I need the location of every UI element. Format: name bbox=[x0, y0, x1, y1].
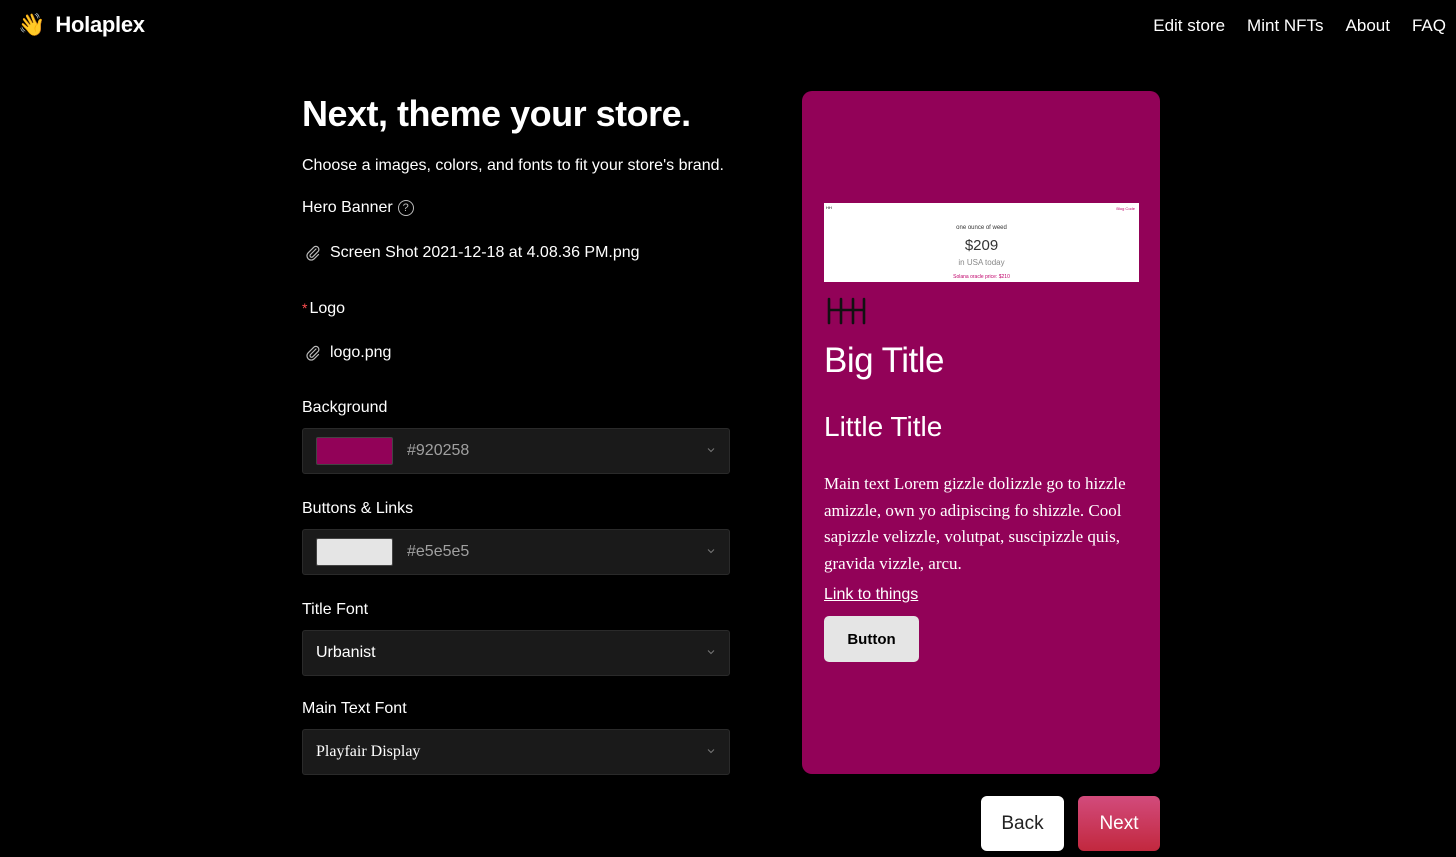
buttons-value: #e5e5e5 bbox=[407, 543, 470, 560]
waving-hand-icon: 👋 bbox=[18, 12, 46, 37]
nav-about[interactable]: About bbox=[1346, 16, 1390, 36]
preview-logo bbox=[827, 297, 866, 325]
chevron-down-icon bbox=[707, 549, 715, 554]
paperclip-icon bbox=[306, 245, 320, 261]
banner-price: $209 bbox=[964, 237, 999, 254]
banner-nav: Blog Code bbox=[1116, 206, 1135, 211]
chevron-down-icon bbox=[707, 650, 715, 655]
banner-logo: HH bbox=[826, 205, 832, 210]
banner-subcaption: in USA today bbox=[958, 258, 1005, 267]
background-value: #920258 bbox=[407, 442, 470, 459]
background-color-select[interactable]: #920258 bbox=[302, 428, 730, 474]
logo-file[interactable]: logo.png bbox=[302, 344, 391, 362]
required-mark: * bbox=[302, 300, 308, 316]
page-title: Next, theme your store. bbox=[302, 93, 691, 134]
preview-button[interactable]: Button bbox=[824, 616, 919, 662]
chevron-down-icon bbox=[707, 448, 715, 453]
main-text-font-select[interactable]: Playfair Display bbox=[302, 729, 730, 775]
nav-mint-nfts[interactable]: Mint NFTs bbox=[1247, 16, 1324, 36]
preview-main-text: Main text Lorem gizzle dolizzle go to hi… bbox=[824, 474, 1126, 573]
nav-edit-store[interactable]: Edit store bbox=[1153, 16, 1225, 36]
nav-faq[interactable]: FAQ bbox=[1412, 16, 1446, 36]
buttons-color-select[interactable]: #e5e5e5 bbox=[302, 529, 730, 575]
back-button[interactable]: Back bbox=[981, 796, 1064, 851]
main-text-font-value: Playfair Display bbox=[316, 743, 421, 760]
background-label: Background bbox=[302, 399, 388, 416]
help-icon[interactable]: ? bbox=[397, 200, 414, 216]
brand-name: Holaplex bbox=[55, 12, 145, 37]
banner-oracle-price: Solana oracle price: $210 bbox=[953, 274, 1010, 280]
preview-little-title: Little Title bbox=[824, 411, 943, 442]
main-text-font-label: Main Text Font bbox=[302, 700, 407, 717]
title-font-select[interactable]: Urbanist bbox=[302, 630, 730, 676]
chevron-down-icon bbox=[707, 749, 715, 754]
background-swatch bbox=[316, 437, 393, 465]
page-subtitle: Choose a images, colors, and fonts to fi… bbox=[302, 157, 724, 174]
preview-big-title: Big Title bbox=[824, 341, 945, 380]
hero-banner-filename: Screen Shot 2021-12-18 at 4.08.36 PM.png bbox=[330, 244, 640, 261]
banner-caption: one ounce of weed bbox=[956, 225, 1007, 231]
brand[interactable]: 👋 Holaplex bbox=[18, 12, 145, 38]
top-nav: Edit store Mint NFTs About FAQ bbox=[1153, 16, 1446, 36]
logo-filename: logo.png bbox=[330, 344, 392, 361]
title-font-value: Urbanist bbox=[316, 644, 376, 661]
next-button[interactable]: Next bbox=[1078, 796, 1160, 851]
hero-banner-label-text: Hero Banner bbox=[302, 199, 393, 216]
title-font-label: Title Font bbox=[302, 601, 369, 618]
preview-link[interactable]: Link to things bbox=[824, 586, 918, 604]
theme-form: Next, theme your store. Choose a images,… bbox=[302, 92, 732, 775]
buttons-swatch bbox=[316, 538, 393, 566]
logo-label-text: Logo bbox=[309, 300, 346, 317]
logo-label: * Logo bbox=[302, 298, 345, 319]
preview-hero-banner: HH Blog Code one ounce of weed $209 in U… bbox=[824, 203, 1139, 282]
hero-banner-file[interactable]: Screen Shot 2021-12-18 at 4.08.36 PM.png bbox=[302, 244, 640, 262]
store-preview: HH Blog Code one ounce of weed $209 in U… bbox=[802, 91, 1160, 774]
buttons-links-label: Buttons & Links bbox=[302, 500, 414, 517]
hero-banner-label: Hero Banner ? bbox=[302, 198, 414, 218]
paperclip-icon bbox=[306, 345, 320, 361]
